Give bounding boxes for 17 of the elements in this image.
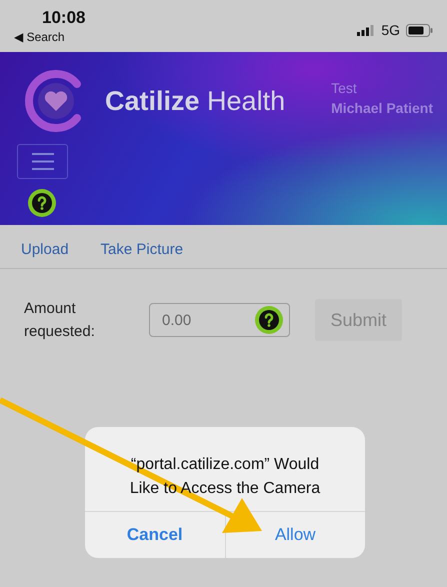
brand-name: Catilize Health xyxy=(105,86,286,116)
menu-button[interactable] xyxy=(17,144,68,179)
status-time: 10:08 xyxy=(42,8,86,28)
battery-icon xyxy=(406,24,433,36)
dialog-button[interactable]: Cancel xyxy=(85,512,224,558)
tab-link[interactable]: Upload xyxy=(21,241,69,258)
tab-link[interactable]: Take Picture xyxy=(100,241,184,258)
help-icon[interactable] xyxy=(258,309,280,331)
help-icon[interactable] xyxy=(31,192,53,214)
menu-icon xyxy=(32,153,54,170)
amount-label: Amount requested: xyxy=(24,299,96,342)
back-link[interactable]: ◀ Search xyxy=(14,30,86,44)
network-label: 5G xyxy=(381,22,400,38)
signal-icon xyxy=(357,24,376,36)
user-name: Michael Patient xyxy=(331,100,433,116)
amount-field[interactable]: 0.00 xyxy=(149,303,290,337)
user-label: Test xyxy=(331,80,358,96)
